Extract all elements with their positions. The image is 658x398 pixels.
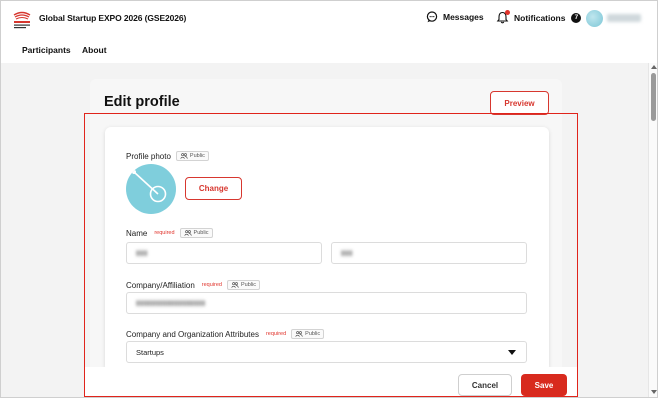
- profile-photo[interactable]: [126, 164, 176, 214]
- notifications-count-badge: 7: [571, 12, 582, 23]
- notifications-label: Notifications: [514, 12, 566, 23]
- public-badge: Public: [175, 151, 209, 161]
- company-label-row: Company/Affiliation required Public: [126, 280, 260, 290]
- company-value-blurred: ▮▮▮▮▮▮▮▮▮▮▮▮▮▮▮▮▮▮: [136, 300, 206, 307]
- company-label: Company/Affiliation: [126, 280, 195, 290]
- required-tag: required: [154, 230, 175, 236]
- page-title: Edit profile: [104, 94, 180, 110]
- first-name-input[interactable]: ▮▮▮: [331, 242, 527, 264]
- name-label: Name: [126, 228, 148, 238]
- messages-link[interactable]: Messages: [426, 11, 484, 23]
- people-icon: [231, 282, 239, 288]
- chat-bubble-icon: [426, 11, 438, 23]
- app-title[interactable]: Global Startup EXPO 2026 (GSE2026): [39, 13, 186, 23]
- scroll-thumb[interactable]: [651, 73, 656, 121]
- public-badge: Public: [226, 280, 260, 290]
- attributes-label-row: Company and Organization Attributes requ…: [126, 329, 325, 339]
- nav-about[interactable]: About: [82, 45, 107, 55]
- profile-photo-label-row: Profile photo Public: [126, 151, 209, 161]
- last-name-value-blurred: ▮▮▮: [136, 250, 148, 257]
- scroll-up-arrow-icon[interactable]: [651, 65, 657, 69]
- change-photo-button[interactable]: Change: [185, 177, 242, 200]
- cancel-button[interactable]: Cancel: [458, 374, 512, 396]
- public-badge: Public: [291, 329, 325, 339]
- bell-icon: [496, 10, 510, 24]
- people-icon: [295, 331, 303, 337]
- scroll-down-arrow-icon[interactable]: [651, 390, 657, 394]
- people-icon: [183, 230, 192, 236]
- profile-form-card: Profile photo Public Change Name require…: [105, 127, 549, 372]
- caret-down-icon: [508, 350, 516, 355]
- attributes-select-value: Startups: [136, 347, 164, 357]
- save-button[interactable]: Save: [521, 374, 567, 396]
- pin-illustration-icon: [132, 170, 167, 203]
- profile-photo-label: Profile photo: [126, 151, 171, 161]
- company-input[interactable]: ▮▮▮▮▮▮▮▮▮▮▮▮▮▮▮▮▮▮: [126, 292, 527, 314]
- notification-dot: [505, 10, 510, 15]
- attributes-label: Company and Organization Attributes: [126, 329, 259, 339]
- attributes-select[interactable]: Startups: [126, 341, 527, 363]
- people-icon: [180, 153, 188, 159]
- last-name-input[interactable]: ▮▮▮: [126, 242, 322, 264]
- main-nav: Participants About: [1, 37, 657, 63]
- required-tag: required: [265, 331, 287, 337]
- messages-label: Messages: [443, 12, 484, 22]
- name-label-row: Name required Public: [126, 228, 213, 238]
- top-header: Global Startup EXPO 2026 (GSE2026) Messa…: [1, 1, 657, 37]
- scrollbar[interactable]: [648, 63, 657, 397]
- user-name-blurred[interactable]: [607, 14, 641, 22]
- required-tag: required: [201, 282, 222, 288]
- gse-logo-icon[interactable]: [11, 9, 33, 31]
- notifications-link[interactable]: Notifications 7: [496, 10, 582, 24]
- preview-button[interactable]: Preview: [490, 91, 549, 115]
- user-avatar[interactable]: [586, 10, 603, 27]
- public-badge: Public: [179, 228, 213, 238]
- nav-participants[interactable]: Participants: [22, 45, 71, 55]
- first-name-value-blurred: ▮▮▮: [341, 250, 353, 257]
